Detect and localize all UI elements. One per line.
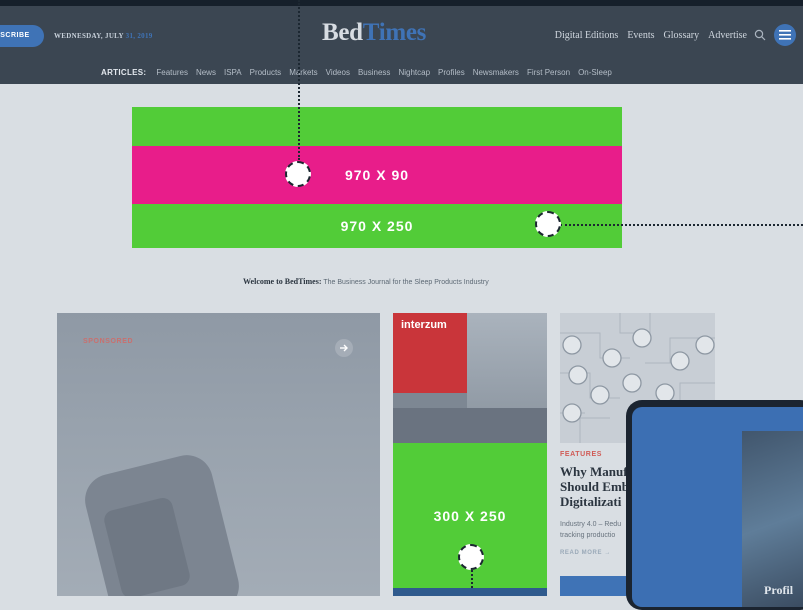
article-nav-business[interactable]: Business [358, 68, 390, 77]
nav-events[interactable]: Events [627, 30, 654, 41]
callout-marker-billboard [535, 211, 561, 237]
ad-billboard-size: 970 X 250 [340, 218, 414, 234]
hamburger-icon [779, 30, 791, 40]
welcome-rest: The Business Journal for the Sleep Produ… [323, 279, 489, 286]
callout-line-right [560, 224, 803, 226]
logo-times: Times [362, 19, 427, 46]
article-nav-news[interactable]: News [196, 68, 216, 77]
article-nav-features[interactable]: Features [156, 68, 188, 77]
sponsored-hero-card[interactable]: SPONSORED [57, 313, 380, 596]
next-card-blue-strip [560, 576, 628, 596]
date-day-year: 31, 2019 [125, 32, 153, 40]
photo-floor [393, 408, 547, 443]
article-nav-nightcap[interactable]: Nightcap [398, 68, 430, 77]
tablet-screen: Profil [632, 407, 803, 607]
welcome-tagline: Welcome to BedTimes: The Business Journa… [243, 277, 489, 286]
article-nav-profiles[interactable]: Profiles [438, 68, 465, 77]
article-nav-markets[interactable]: Markets [289, 68, 317, 77]
logo-bed: Bed [322, 19, 363, 46]
nav-advertise[interactable]: Advertise [708, 30, 747, 41]
search-icon[interactable] [754, 29, 766, 41]
tablet-mockup: Profil [626, 400, 803, 610]
ad-leaderboard-size: 970 X 90 [344, 167, 410, 183]
feature-excerpt: Industry 4.0 – Redu tracking productio [560, 519, 628, 541]
ad-billboard-top-band [132, 107, 622, 146]
site-logo[interactable]: BedTimes [322, 19, 426, 47]
subscribe-button[interactable]: SCRIBE [0, 25, 44, 47]
title-line: Should Emb [560, 479, 630, 494]
excerpt-line: Industry 4.0 – Redu [560, 521, 622, 528]
ad-leaderboard[interactable]: 970 X 90 [132, 146, 622, 204]
article-nav-on-sleep[interactable]: On-Sleep [578, 68, 612, 77]
title-line: Digitalizati [560, 494, 622, 509]
nav-glossary[interactable]: Glossary [664, 30, 700, 41]
photo-interzum-banner: interzum [393, 313, 467, 393]
article-nav-ispa[interactable]: ISPA [224, 68, 242, 77]
article-nav-videos[interactable]: Videos [326, 68, 350, 77]
read-more-link[interactable]: READ MORE → [560, 550, 611, 556]
current-date: WEDNESDAY, JULY 31, 2019 [54, 32, 153, 40]
interzum-photo[interactable]: interzum [393, 313, 547, 443]
welcome-bold: Welcome to BedTimes: [243, 277, 322, 286]
menu-button[interactable] [774, 24, 796, 46]
date-weekday-month: WEDNESDAY, JULY [54, 32, 124, 40]
hero-arrow-button[interactable] [335, 339, 353, 357]
articles-label: ARTICLES: [101, 68, 147, 77]
ad-rectangle-size: 300 X 250 [433, 507, 507, 524]
title-line: Why Manuf [560, 464, 628, 479]
callout-marker-rectangle [458, 544, 484, 570]
excerpt-line: tracking productio [560, 532, 616, 539]
site-header: SCRIBE WEDNESDAY, JULY 31, 2019 BedTimes… [0, 6, 803, 84]
card-blue-strip [393, 588, 547, 596]
article-nav-newsmakers[interactable]: Newsmakers [473, 68, 519, 77]
articles-nav: ARTICLES: Features News ISPA Products Ma… [101, 68, 612, 77]
callout-line-top [298, 0, 300, 160]
top-nav: Digital Editions Events Glossary Adverti… [555, 30, 747, 41]
interzum-banner-text: interzum [401, 319, 447, 331]
feature-article-title[interactable]: Why Manuf Should Emb Digitalizati [560, 464, 630, 509]
article-nav-products[interactable]: Products [250, 68, 282, 77]
arrow-right-icon [340, 344, 348, 352]
callout-marker-leaderboard [285, 161, 311, 187]
feature-category-tag[interactable]: FEATURES [560, 451, 602, 458]
tablet-screen-photo [742, 431, 803, 607]
article-nav-first-person[interactable]: First Person [527, 68, 570, 77]
sponsored-tag: SPONSORED [83, 338, 134, 345]
nav-digital-editions[interactable]: Digital Editions [555, 30, 619, 41]
